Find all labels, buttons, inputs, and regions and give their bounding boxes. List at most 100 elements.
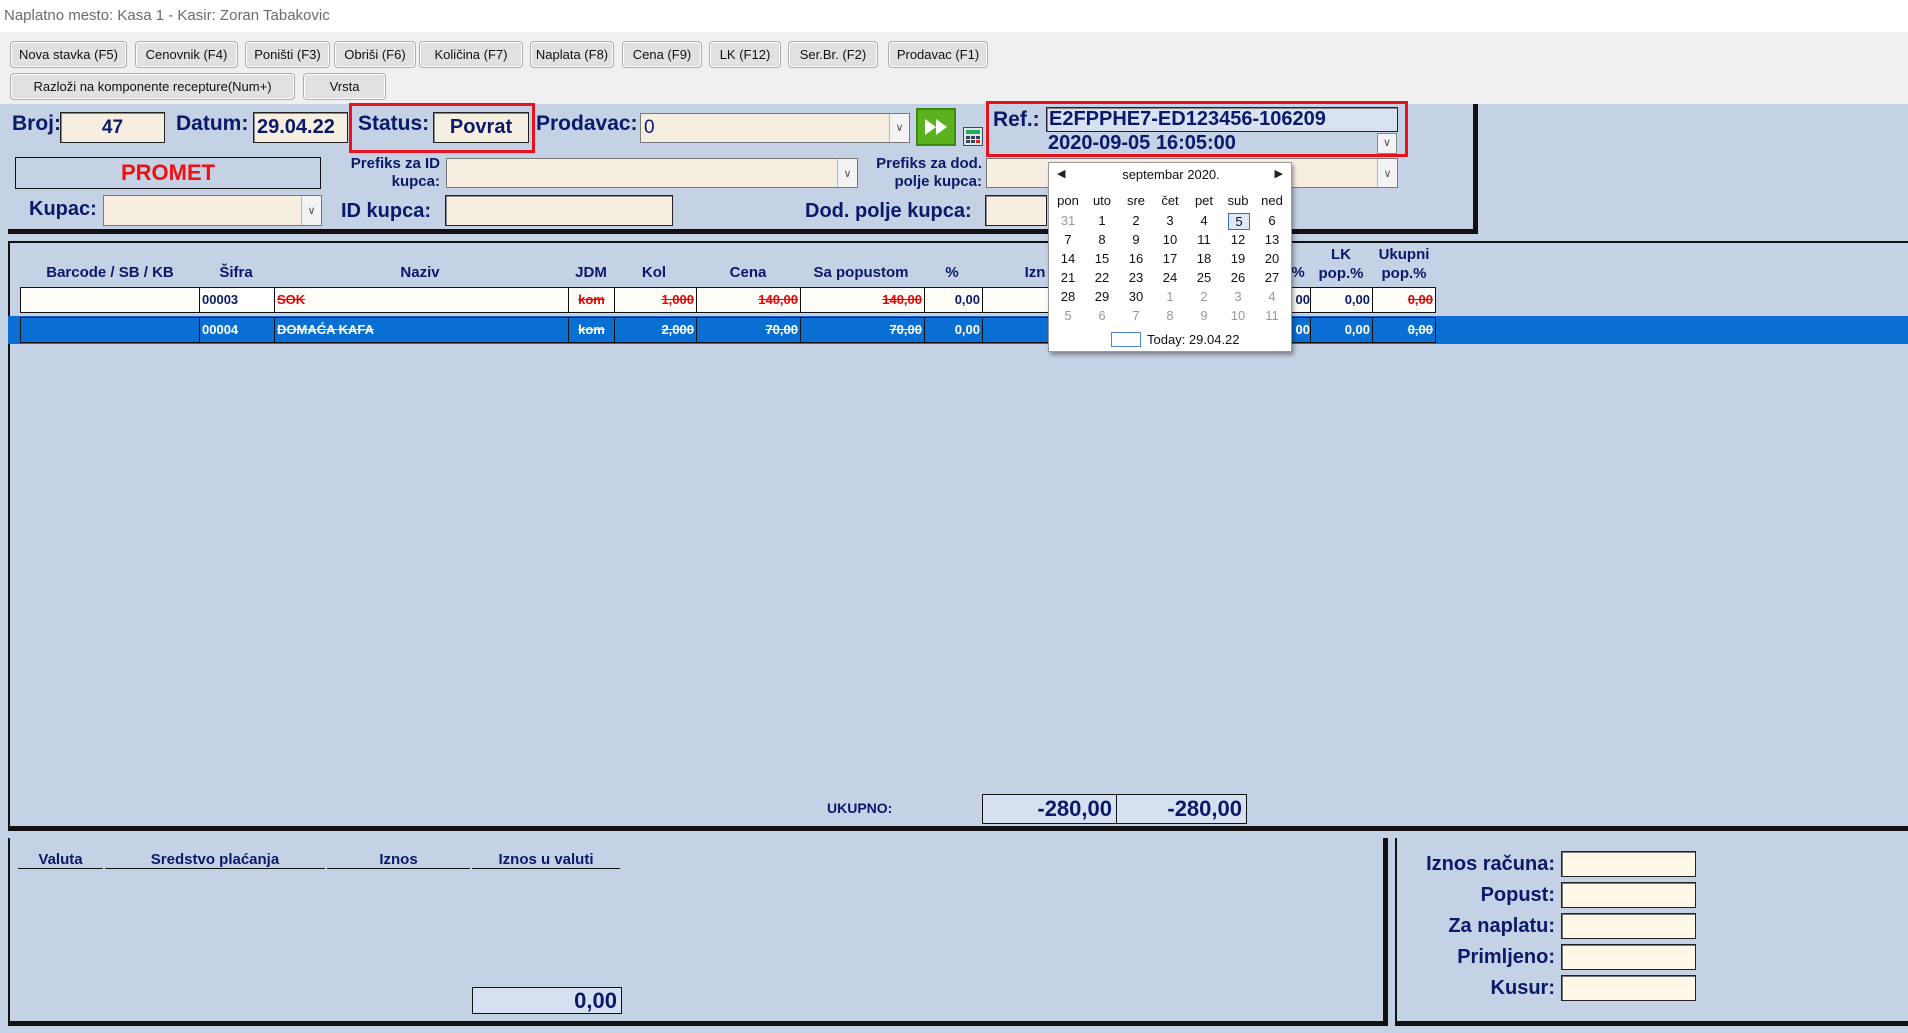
chevron-down-icon[interactable]: ∨: [889, 114, 909, 142]
calendar-day[interactable]: 10: [1155, 232, 1185, 247]
cell-naziv: DOMAĆA KAFA: [274, 317, 569, 343]
prodavac-combo[interactable]: 0 ∨: [640, 113, 910, 143]
calendar-day[interactable]: 3: [1155, 213, 1185, 228]
chevron-down-icon[interactable]: ∨: [301, 196, 321, 225]
calendar-day[interactable]: 21: [1053, 270, 1083, 285]
calendar-day[interactable]: 30: [1121, 289, 1151, 304]
col-kol: Kol: [641, 264, 667, 281]
calendar-day[interactable]: 26: [1223, 270, 1253, 285]
today-marker: [1111, 332, 1141, 347]
weekday-label: sre: [1126, 193, 1146, 208]
kupac-label: Kupac:: [29, 198, 97, 220]
calendar-day[interactable]: 2: [1189, 289, 1219, 304]
calendar-today[interactable]: Today: 29.04.22: [1147, 332, 1240, 347]
date-picker-popup[interactable]: ◀ septembar 2020. ▶ pon uto sre čet pet sub ne…: [1048, 162, 1292, 352]
calendar-day[interactable]: 6: [1257, 213, 1287, 228]
cell-sa-popustom: 70,00: [800, 317, 925, 343]
broj-field[interactable]: 47: [60, 112, 165, 143]
popust-field[interactable]: [1561, 882, 1696, 908]
lk-button[interactable]: LK (F12): [709, 41, 781, 68]
nova-stavka-button[interactable]: Nova stavka (F5): [10, 41, 127, 68]
ref-field[interactable]: E2FPPHE7-ED123456-106209: [1046, 107, 1398, 132]
calendar-day[interactable]: 7: [1053, 232, 1083, 247]
fast-forward-icon[interactable]: [916, 108, 956, 146]
calendar-day[interactable]: 24: [1155, 270, 1185, 285]
calendar-day[interactable]: 13: [1257, 232, 1287, 247]
cell-ukupni: 0,00: [1372, 317, 1436, 343]
calendar-day[interactable]: 2: [1121, 213, 1151, 228]
calendar-day[interactable]: 12: [1223, 232, 1253, 247]
col-sifra: Šifra: [219, 264, 253, 281]
calendar-day[interactable]: 8: [1087, 232, 1117, 247]
calendar-day[interactable]: 9: [1121, 232, 1151, 247]
calendar-day[interactable]: 5: [1228, 213, 1250, 230]
cell-naziv: SOK: [274, 287, 569, 313]
id-kupca-field[interactable]: [445, 195, 673, 226]
calendar-day[interactable]: 7: [1121, 308, 1151, 323]
calendar-day[interactable]: 10: [1223, 308, 1253, 323]
cell-pct: 0,00: [924, 317, 983, 343]
promet-label: PROMET: [15, 157, 321, 189]
dod-polje-field[interactable]: [985, 195, 1047, 226]
ponisti-button[interactable]: Poništi (F3): [245, 41, 330, 68]
kusur-field[interactable]: [1561, 975, 1696, 1001]
col-sa-popustom: Sa popustom: [813, 264, 909, 281]
primljeno-field[interactable]: [1561, 944, 1696, 970]
calendar-day[interactable]: 27: [1257, 270, 1287, 285]
obrisi-button[interactable]: Obriši (F6): [334, 41, 416, 68]
app-window: Naplatno mesto: Kasa 1 - Kasir: Zoran Ta…: [0, 0, 1908, 1033]
status-label: Status:: [358, 112, 430, 135]
ser-br-button[interactable]: Ser.Br. (F2): [788, 41, 878, 68]
cenovnik-button[interactable]: Cenovnik (F4): [135, 41, 238, 68]
calendar-day[interactable]: 11: [1189, 232, 1219, 247]
calendar-day[interactable]: 17: [1155, 251, 1185, 266]
kolicina-button[interactable]: Količina (F7): [419, 41, 523, 68]
kupac-combo[interactable]: ∨: [103, 195, 322, 226]
vrsta-button[interactable]: Vrsta: [303, 73, 386, 100]
ref-datetime: 2020-09-05 16:05:00: [1048, 132, 1236, 154]
naplata-button[interactable]: Naplata (F8): [530, 41, 614, 68]
calendar-day[interactable]: 29: [1087, 289, 1117, 304]
calendar-day[interactable]: 6: [1087, 308, 1117, 323]
calendar-day[interactable]: 15: [1087, 251, 1117, 266]
calendar-day[interactable]: 4: [1189, 213, 1219, 228]
chevron-down-icon[interactable]: ∨: [1377, 159, 1397, 187]
calendar-day[interactable]: 20: [1257, 251, 1287, 266]
calendar-day[interactable]: 31: [1053, 213, 1083, 228]
calendar-day[interactable]: 25: [1189, 270, 1219, 285]
status-field[interactable]: Povrat: [433, 112, 529, 143]
cell-ukupni: 0,00: [1372, 287, 1436, 313]
calendar-day[interactable]: 4: [1257, 289, 1287, 304]
calendar-day[interactable]: 5: [1053, 308, 1083, 323]
ref-date-dropdown-icon[interactable]: ∨: [1377, 133, 1397, 154]
razlozi-button[interactable]: Razloži na komponente recepture(Num+): [10, 73, 295, 100]
calendar-day[interactable]: 23: [1121, 270, 1151, 285]
col-iznos-valuti: Iznos u valuti: [472, 851, 620, 869]
cena-button[interactable]: Cena (F9): [622, 41, 702, 68]
iznos-racuna-field[interactable]: [1561, 851, 1696, 877]
calendar-day[interactable]: 9: [1189, 308, 1219, 323]
calendar-day[interactable]: 22: [1087, 270, 1117, 285]
calendar-day[interactable]: 14: [1053, 251, 1083, 266]
za-naplatu-field[interactable]: [1561, 913, 1696, 939]
calendar-day[interactable]: 1: [1155, 289, 1185, 304]
col-lk-pop: LK pop.%: [1318, 246, 1364, 282]
chevron-right-icon[interactable]: ▶: [1275, 167, 1283, 180]
calendar-day[interactable]: 3: [1223, 289, 1253, 304]
calendar-day[interactable]: 8: [1155, 308, 1185, 323]
prefiks-id-combo[interactable]: ∨: [446, 158, 858, 188]
calendar-day[interactable]: 19: [1223, 251, 1253, 266]
prefiks-id-label-line1: Prefiks za ID: [350, 155, 440, 172]
calendar-day[interactable]: 28: [1053, 289, 1083, 304]
cell-barcode[interactable]: [20, 287, 200, 313]
calendar-day[interactable]: 1: [1087, 213, 1117, 228]
prodavac-button[interactable]: Prodavac (F1): [888, 41, 988, 68]
calendar-day[interactable]: 18: [1189, 251, 1219, 266]
cell-barcode[interactable]: [20, 317, 200, 343]
calendar-day[interactable]: 11: [1257, 308, 1287, 323]
calendar-month[interactable]: septembar 2020.: [1049, 167, 1293, 182]
calendar-day[interactable]: 16: [1121, 251, 1151, 266]
datum-field[interactable]: 29.04.22: [253, 112, 348, 143]
calculator-icon[interactable]: [963, 127, 983, 146]
id-kupca-label: ID kupca:: [341, 200, 432, 222]
